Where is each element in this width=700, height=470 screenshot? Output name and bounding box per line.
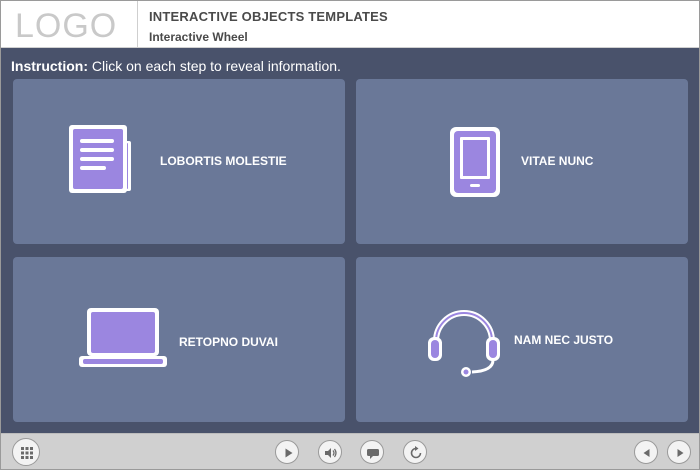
card-label: NAM NEC JUSTO bbox=[514, 333, 614, 347]
header: LOGO INTERACTIVE OBJECTS TEMPLATES Inter… bbox=[1, 1, 699, 48]
headset-icon bbox=[428, 310, 500, 377]
app-frame: LOGO INTERACTIVE OBJECTS TEMPLATES Inter… bbox=[0, 0, 700, 470]
logo: LOGO bbox=[1, 1, 138, 48]
caption-icon bbox=[367, 449, 379, 459]
next-icon bbox=[677, 449, 684, 457]
card-lobortis-molestie[interactable]: LOBORTIS MOLESTIE bbox=[13, 79, 345, 244]
tablet-icon bbox=[450, 127, 500, 197]
previous-icon bbox=[643, 449, 650, 457]
menu-icon bbox=[21, 447, 33, 459]
caption-button[interactable] bbox=[360, 440, 384, 464]
instruction: Instruction: Click on each step to revea… bbox=[11, 58, 341, 74]
content-area: Instruction: Click on each step to revea… bbox=[1, 48, 699, 433]
instruction-label: Instruction: bbox=[11, 58, 88, 74]
volume-icon bbox=[325, 448, 337, 458]
next-button[interactable] bbox=[667, 440, 691, 464]
page-subtitle: Interactive Wheel bbox=[149, 30, 248, 44]
card-label: RETOPNO DUVAI bbox=[179, 335, 278, 349]
document-icon bbox=[69, 125, 131, 193]
page-title: INTERACTIVE OBJECTS TEMPLATES bbox=[149, 9, 388, 24]
instruction-text: Click on each step to reveal information… bbox=[88, 58, 341, 74]
play-icon bbox=[285, 448, 293, 458]
card-label: VITAE NUNC bbox=[521, 154, 594, 168]
play-button[interactable] bbox=[275, 440, 299, 464]
card-vitae-nunc[interactable]: VITAE NUNC bbox=[356, 79, 688, 244]
volume-button[interactable] bbox=[318, 440, 342, 464]
replay-button[interactable] bbox=[403, 440, 427, 464]
laptop-icon bbox=[79, 308, 167, 367]
card-label: LOBORTIS MOLESTIE bbox=[160, 154, 287, 168]
menu-button[interactable] bbox=[12, 438, 40, 466]
card-retopno-duvai[interactable]: RETOPNO DUVAI bbox=[13, 257, 345, 422]
replay-icon bbox=[410, 446, 422, 459]
footer-toolbar bbox=[1, 433, 699, 469]
title-block: INTERACTIVE OBJECTS TEMPLATES Interactiv… bbox=[149, 9, 388, 44]
previous-button[interactable] bbox=[634, 440, 658, 464]
card-nam-nec-justo[interactable]: NAM NEC JUSTO bbox=[356, 257, 688, 422]
